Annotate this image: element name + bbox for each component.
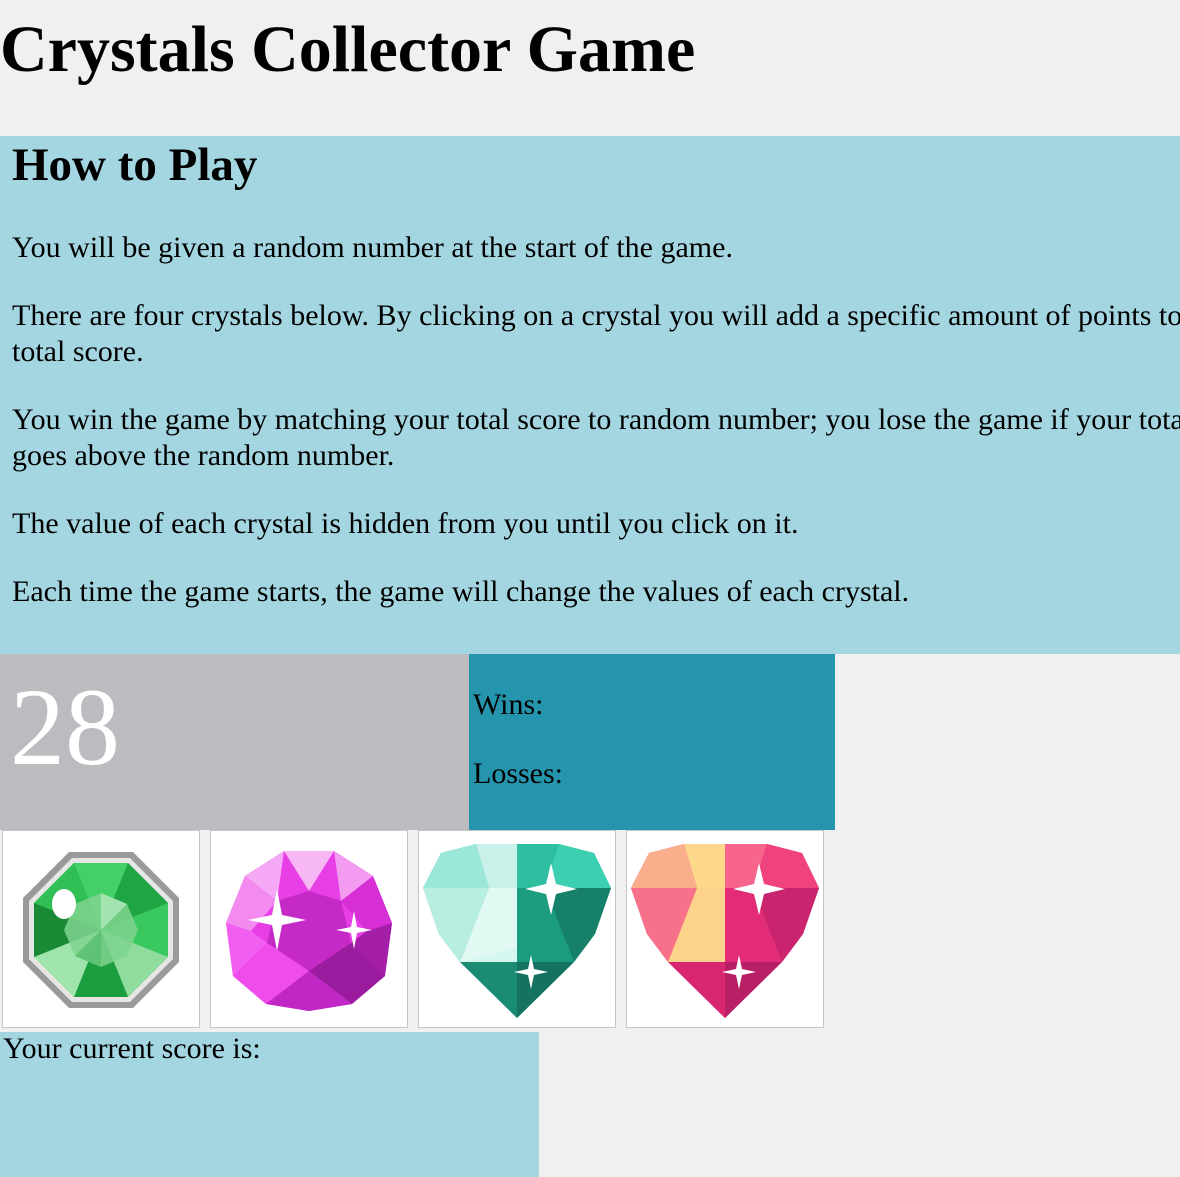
teal-diamond-icon (423, 844, 611, 1018)
crystal-button-1[interactable] (2, 830, 200, 1028)
target-number: 28 (10, 666, 120, 788)
instruction-paragraph: Each time the game starts, the game will… (12, 575, 910, 608)
current-score-label: Your current score is: (3, 1032, 261, 1065)
instruction-paragraph: There are four crystals below. By clicki… (12, 299, 1180, 368)
stats-panel: Wins: Losses: (469, 654, 835, 830)
wins-label: Wins: (473, 688, 544, 721)
instruction-paragraph: You win the game by matching your total … (12, 403, 1180, 472)
score-panel: Your current score is: (0, 1032, 539, 1177)
crystal-button-2[interactable] (210, 830, 408, 1028)
losses-label: Losses: (473, 757, 563, 790)
instructions-panel: How to Play You will be given a random n… (0, 136, 1180, 654)
pink-orange-diamond-icon (631, 844, 819, 1018)
pink-crystal-icon (226, 851, 392, 1011)
page-title: Crystals Collector Game (0, 13, 696, 86)
green-octagon-crystal-icon (23, 852, 179, 1008)
crystal-button-3[interactable] (418, 830, 616, 1028)
instruction-paragraph: The value of each crystal is hidden from… (12, 507, 799, 540)
instruction-paragraph: You will be given a random number at the… (12, 231, 733, 264)
crystal-button-4[interactable] (626, 830, 824, 1028)
instructions-heading: How to Play (12, 139, 258, 191)
target-number-panel: 28 (0, 654, 469, 830)
